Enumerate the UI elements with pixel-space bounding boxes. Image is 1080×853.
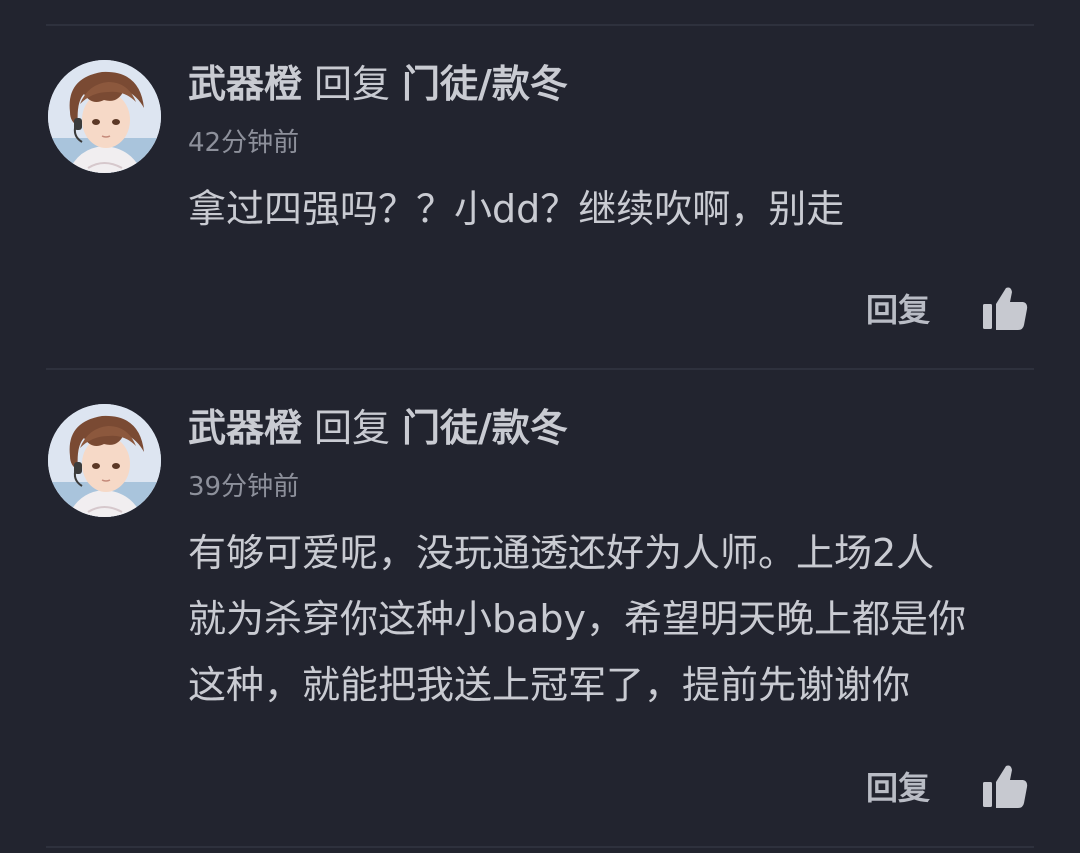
- user-avatar[interactable]: [48, 60, 161, 173]
- thumbs-up-icon[interactable]: [980, 284, 1030, 334]
- comment-header: 武器橙 回复 门徒/款冬: [188, 58, 568, 110]
- avatar-image: [48, 60, 161, 173]
- thumbs-up-icon[interactable]: [980, 762, 1030, 812]
- reply-word: 回复: [314, 406, 391, 450]
- reply-button[interactable]: 回复: [866, 290, 930, 330]
- reply-word: 回复: [314, 62, 391, 106]
- comment-thread: 武器橙回复门徒/款冬 42分钟前 拿过四强吗？？小dd？继续吹啊，别走 回复: [0, 0, 1080, 853]
- divider: [46, 846, 1034, 848]
- comment-text: 拿过四强吗？？小dd？继续吹啊，别走: [188, 187, 845, 231]
- username[interactable]: 武器橙: [188, 406, 302, 450]
- avatar-image: [48, 404, 161, 517]
- reply-target-username[interactable]: 门徒/款冬: [402, 62, 568, 106]
- divider: [46, 24, 1034, 26]
- comment-timestamp: 42分钟前: [188, 128, 300, 158]
- reply-button[interactable]: 回复: [866, 768, 930, 808]
- reply-target-username[interactable]: 门徒/款冬: [402, 406, 568, 450]
- comment-timestamp: 39分钟前: [188, 472, 300, 502]
- comment-header: 武器橙 回复 门徒/款冬: [188, 402, 568, 454]
- comment-text: 有够可爱呢，没玩通透还好为人师。上场2人 就为杀穿你这种小baby，希望明天晚上…: [188, 531, 967, 707]
- divider: [46, 368, 1034, 370]
- username[interactable]: 武器橙: [188, 62, 302, 106]
- user-avatar[interactable]: [48, 404, 161, 517]
